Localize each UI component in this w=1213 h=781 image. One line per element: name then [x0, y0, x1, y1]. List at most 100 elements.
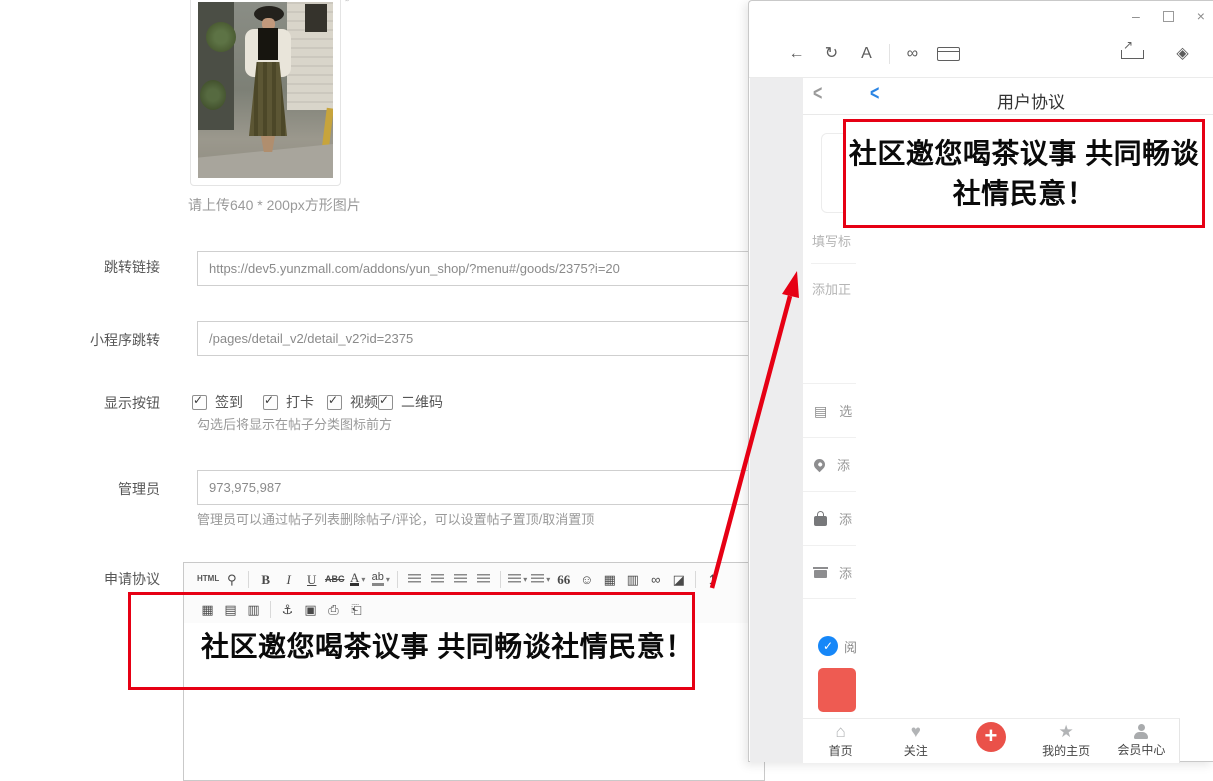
admin-hint: 管理员可以通过帖子列表删除帖子/评论，可以设置帖子置顶/取消置顶	[197, 509, 594, 528]
page-header-divider	[803, 114, 1213, 115]
checkbox-checked-icon[interactable]	[263, 395, 278, 410]
miniapp-input[interactable]	[197, 321, 763, 356]
html-source-icon[interactable]: HTML	[197, 569, 219, 590]
tab-label: 关注	[904, 742, 928, 759]
image-icon[interactable]: ▦	[599, 569, 620, 590]
option-row-bag[interactable]: 添	[803, 491, 856, 545]
cube-icon[interactable]: ◈	[1172, 44, 1193, 65]
share-icon[interactable]	[1121, 50, 1144, 59]
app-preview-window: – × ←↻A∞ ◈ < < 用户协议 填写标 添加正 ▤选添添添 ✓ 阅 ⌂首…	[748, 0, 1213, 762]
toolbar-separator	[889, 44, 890, 64]
toolbar-separator	[397, 571, 398, 588]
font-size-icon[interactable]: A	[856, 44, 877, 65]
back-chevron-icon[interactable]: <	[813, 83, 822, 106]
checkbox-label: 二维码	[401, 392, 443, 412]
agreement-field-label: 申请协议	[30, 569, 160, 589]
minimize-icon[interactable]: –	[1132, 9, 1140, 23]
divider	[811, 263, 856, 264]
checkbox-label: 签到	[215, 392, 243, 412]
link-icon[interactable]: ∞	[902, 44, 923, 65]
page-title: 用户协议	[856, 88, 1206, 113]
tab-label: 会员中心	[1117, 741, 1165, 758]
star-icon: ★	[1059, 723, 1074, 741]
checkbox-checked-icon[interactable]	[192, 395, 207, 410]
toolbar-separator	[248, 571, 249, 588]
toolbar-separator	[500, 571, 501, 588]
align-left-icon[interactable]	[404, 569, 425, 590]
show-buttons-label: 显示按钮	[30, 393, 160, 413]
bag-icon	[814, 516, 827, 526]
category-icon: ▤	[814, 404, 827, 418]
checkbox-label: 打卡	[286, 392, 314, 412]
option-row-location[interactable]: 添	[803, 437, 856, 491]
tab-heart[interactable]: ♥关注	[891, 723, 941, 759]
home-icon: ⌂	[835, 723, 845, 741]
align-right-icon[interactable]	[450, 569, 471, 590]
option-row-text: 添	[839, 563, 852, 582]
tab-home[interactable]: ⌂首页	[816, 723, 866, 759]
agreement-check-row[interactable]: ✓ 阅	[803, 636, 856, 656]
underline-icon[interactable]: U	[301, 569, 322, 590]
window-titlebar[interactable]: – ×	[749, 1, 1213, 31]
location-icon	[812, 457, 828, 473]
video-icon[interactable]: ▥	[622, 569, 643, 590]
strikethrough-icon[interactable]: ABC	[324, 569, 345, 590]
admin-input[interactable]	[197, 470, 763, 505]
option-row-text: 添	[837, 455, 850, 474]
refresh-icon[interactable]: ↻	[821, 44, 842, 65]
body-placeholder[interactable]: 添加正	[812, 279, 851, 298]
tab-label: 我的主页	[1042, 742, 1090, 759]
checkbox-checked-icon[interactable]	[378, 395, 393, 410]
box-icon	[814, 570, 827, 578]
ordered-list-icon[interactable]: ▾	[507, 569, 528, 590]
italic-icon[interactable]: I	[278, 569, 299, 590]
link-input[interactable]	[197, 251, 763, 286]
page-left-gutter	[750, 78, 803, 762]
bold-icon[interactable]: B	[255, 569, 276, 590]
font-color-icon[interactable]: A▾	[347, 569, 368, 590]
tab-person[interactable]: 会员中心	[1116, 724, 1166, 758]
hyperlink-icon[interactable]: ∞	[645, 569, 666, 590]
highlight-icon[interactable]: ab▾	[370, 569, 391, 590]
highlight-annotation-right: 社区邀您喝茶议事 共同畅谈 社情民意！	[843, 119, 1205, 228]
upload-hint: 请上传640 * 200px方形图片	[188, 195, 361, 215]
checkbox-qrcode[interactable]: 二维码	[378, 392, 443, 412]
checkbox-signin[interactable]: 签到	[192, 392, 243, 412]
agreement-headline-line1: 社区邀您喝茶议事 共同畅谈	[849, 134, 1199, 174]
align-justify-icon[interactable]	[473, 569, 494, 590]
editor-toolbar-row1: HTML⚲BIUABCA▾ab▾▾▾66☺▦▥∞◪↥	[184, 563, 764, 595]
person-icon	[1133, 724, 1149, 740]
publish-button[interactable]	[818, 668, 856, 712]
close-icon[interactable]: ×	[1197, 8, 1205, 24]
miniapp-field-label: 小程序跳转	[30, 330, 160, 350]
agreement-link-text[interactable]: 阅	[844, 637, 856, 656]
option-row-box[interactable]: 添	[803, 545, 856, 599]
plus-icon: +	[976, 722, 1006, 752]
upload-image-card[interactable]	[190, 0, 341, 186]
option-row-category[interactable]: ▤选	[803, 383, 856, 437]
eraser-icon[interactable]: ◪	[668, 569, 689, 590]
agree-check-icon[interactable]: ✓	[818, 636, 838, 656]
toolbar-separator	[695, 571, 696, 588]
link-field-label: 跳转链接	[30, 257, 160, 277]
line-height-icon[interactable]: ↥	[702, 569, 723, 590]
preview-icon[interactable]: ⚲	[221, 569, 242, 590]
option-row-text: 添	[839, 509, 852, 528]
title-placeholder[interactable]: 填写标	[812, 231, 851, 250]
tab-star[interactable]: ★我的主页	[1041, 723, 1091, 759]
emoticon-icon[interactable]: ☺	[576, 569, 597, 590]
tab-label: 首页	[829, 742, 853, 759]
checkbox-punch[interactable]: 打卡	[263, 392, 314, 412]
back-icon[interactable]: ←	[786, 44, 807, 65]
blockquote-icon[interactable]: 66	[553, 569, 574, 590]
align-center-icon[interactable]	[427, 569, 448, 590]
uploaded-image-preview	[198, 2, 333, 178]
checkbox-video[interactable]: 视频	[327, 392, 378, 412]
unordered-list-icon[interactable]: ▾	[530, 569, 551, 590]
checkbox-checked-icon[interactable]	[327, 395, 342, 410]
maximize-icon[interactable]	[1163, 11, 1174, 22]
agreement-headline-line2: 社情民意！	[953, 174, 1096, 214]
heart-icon: ♥	[911, 723, 921, 741]
tab-plus[interactable]: +	[966, 730, 1016, 752]
browser-window-icon[interactable]	[937, 47, 960, 61]
